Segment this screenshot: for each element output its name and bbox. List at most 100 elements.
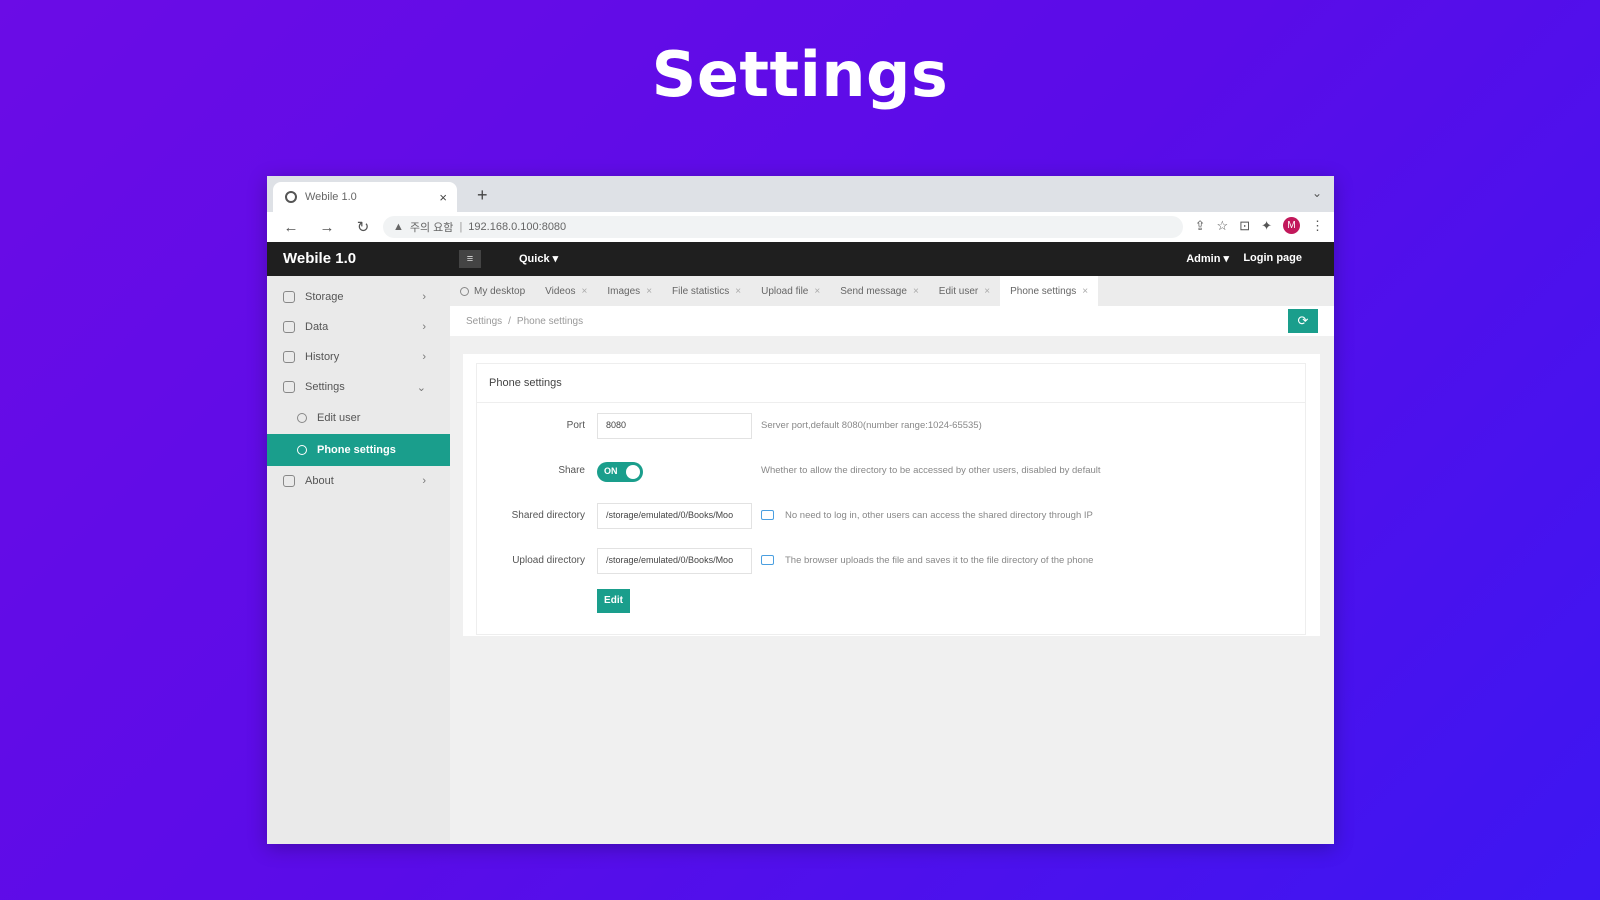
url-text: 192.168.0.100:8080 xyxy=(468,221,567,233)
sidebar-item-label: About xyxy=(305,475,334,487)
info-icon xyxy=(283,475,295,487)
close-icon[interactable]: × xyxy=(984,286,990,297)
share-icon[interactable]: ⇪ xyxy=(1195,218,1206,234)
port-input[interactable]: 8080 xyxy=(597,413,752,439)
profile-avatar[interactable]: M xyxy=(1283,217,1300,234)
sidebar-item-phone-settings[interactable]: Phone settings xyxy=(267,434,450,466)
breadcrumb-parent[interactable]: Settings xyxy=(466,316,502,327)
tab-edit-user[interactable]: Edit user × xyxy=(929,276,1000,306)
reload-icon[interactable]: ↻ xyxy=(351,218,375,236)
sidebar-item-label: Settings xyxy=(305,381,345,393)
tab-send-message[interactable]: Send message × xyxy=(830,276,929,306)
folder-icon[interactable] xyxy=(761,555,774,565)
sidebar-item-label: Phone settings xyxy=(317,444,396,456)
port-hint: Server port,default 8080(number range:10… xyxy=(761,420,982,431)
share-label: Share xyxy=(558,465,585,476)
login-page-link[interactable]: Login page xyxy=(1243,252,1302,264)
more-menu-icon[interactable]: ⋮ xyxy=(1311,218,1324,234)
share-toggle[interactable]: ON xyxy=(597,462,643,482)
data-icon xyxy=(283,321,295,333)
url-field[interactable]: ▲ 주의 요함 | 192.168.0.100:8080 xyxy=(383,216,1183,238)
breadcrumb: Settings / Phone settings ⟳ xyxy=(450,306,1334,336)
shared-directory-row: Shared directory /storage/emulated/0/Boo… xyxy=(477,501,1305,531)
new-tab-button[interactable]: + xyxy=(477,185,488,206)
tab-images[interactable]: Images × xyxy=(597,276,662,306)
sidebar-item-about[interactable]: About › xyxy=(267,466,450,496)
toggle-knob xyxy=(626,465,640,479)
sidebar-item-settings[interactable]: Settings ⌄ xyxy=(267,372,450,402)
sidebar-item-data[interactable]: Data › xyxy=(267,312,450,342)
tab-label: Send message xyxy=(840,285,907,297)
browser-tabstrip: Webile 1.0 × + ⌄ xyxy=(267,176,1334,212)
chevron-right-icon: › xyxy=(422,475,426,487)
url-separator: | xyxy=(459,221,463,233)
star-icon[interactable]: ☆ xyxy=(1217,218,1229,234)
cast-icon[interactable]: ⊡ xyxy=(1239,218,1250,234)
upload-directory-row: Upload directory /storage/emulated/0/Boo… xyxy=(477,546,1305,576)
back-icon[interactable]: ← xyxy=(279,219,303,236)
tab-label: File statistics xyxy=(672,285,730,297)
settings-icon xyxy=(283,381,295,393)
chevron-right-icon: › xyxy=(422,321,426,333)
sidebar-item-label: Storage xyxy=(305,291,344,303)
tab-label: Edit user xyxy=(938,285,979,297)
tab-upload-file[interactable]: Upload file × xyxy=(751,276,830,306)
forward-icon[interactable]: → xyxy=(315,219,339,236)
shared-directory-input[interactable]: /storage/emulated/0/Books/Moo xyxy=(597,503,752,529)
menu-icon[interactable]: ≡ xyxy=(459,250,481,268)
sidebar: Storage › Data › History › Settings ⌄ Ed… xyxy=(267,276,450,844)
sidebar-item-label: Data xyxy=(305,321,329,333)
share-row: Share ON Whether to allow the directory … xyxy=(477,456,1305,486)
close-icon[interactable]: × xyxy=(814,286,820,297)
card-title: Phone settings xyxy=(477,364,1305,403)
chevron-right-icon: › xyxy=(422,291,426,303)
tab-label: Upload file xyxy=(761,285,809,297)
upload-directory-hint: The browser uploads the file and saves i… xyxy=(785,555,1094,566)
chevron-down-icon: ⌄ xyxy=(416,381,426,394)
edit-button[interactable]: Edit xyxy=(597,589,630,613)
upload-directory-input[interactable]: /storage/emulated/0/Books/Moo xyxy=(597,548,752,574)
extensions-icon[interactable]: ✦ xyxy=(1261,218,1272,234)
warning-icon: ▲ xyxy=(393,221,404,233)
close-icon[interactable]: × xyxy=(439,190,447,205)
sidebar-item-storage[interactable]: Storage › xyxy=(267,282,450,312)
phone-icon xyxy=(297,445,307,455)
admin-dropdown[interactable]: Admin ▾ xyxy=(1186,252,1229,265)
page-tabs: My desktop Videos × Images × File statisti… xyxy=(450,276,1334,306)
shared-directory-label: Shared directory xyxy=(511,510,585,521)
close-icon[interactable]: × xyxy=(646,286,652,297)
breadcrumb-separator: / xyxy=(508,315,511,327)
sidebar-item-history[interactable]: History › xyxy=(267,342,450,372)
address-bar: ← → ↻ ▲ 주의 요함 | 192.168.0.100:8080 ⇪ ☆ ⊡… xyxy=(267,212,1334,242)
shared-directory-hint: No need to log in, other users can acces… xyxy=(785,510,1093,521)
sidebar-item-label: History xyxy=(305,351,340,363)
home-icon xyxy=(460,286,469,296)
close-icon[interactable]: × xyxy=(582,286,588,297)
user-icon xyxy=(297,413,307,423)
tab-label: Videos xyxy=(545,285,576,297)
browser-tab-title: Webile 1.0 xyxy=(305,191,357,203)
app-header: Webile 1.0 ≡ Quick ▾ Admin ▾ Login page xyxy=(267,242,1334,276)
upload-directory-label: Upload directory xyxy=(512,555,585,566)
breadcrumb-current: Phone settings xyxy=(516,315,584,327)
globe-icon xyxy=(285,191,297,203)
close-icon[interactable]: × xyxy=(735,286,741,297)
close-icon[interactable]: × xyxy=(1082,286,1088,297)
history-icon xyxy=(283,351,295,363)
chevron-down-icon[interactable]: ⌄ xyxy=(1312,186,1322,200)
tab-label: My desktop xyxy=(474,285,526,297)
quick-dropdown[interactable]: Quick ▾ xyxy=(519,252,558,265)
port-label: Port xyxy=(566,420,585,431)
tab-phone-settings[interactable]: Phone settings × xyxy=(1000,276,1099,306)
share-hint: Whether to allow the directory to be acc… xyxy=(761,465,1101,476)
close-icon[interactable]: × xyxy=(913,286,919,297)
tab-videos[interactable]: Videos × xyxy=(535,276,597,306)
tab-label: Images xyxy=(607,285,641,297)
tab-file-statistics[interactable]: File statistics × xyxy=(662,276,751,306)
folder-icon[interactable] xyxy=(761,510,774,520)
sidebar-item-edit-user[interactable]: Edit user xyxy=(267,402,450,434)
port-row: Port 8080 Server port,default 8080(numbe… xyxy=(477,411,1305,441)
refresh-button[interactable]: ⟳ xyxy=(1288,309,1318,333)
browser-tab[interactable]: Webile 1.0 × xyxy=(273,182,457,212)
tab-my-desktop[interactable]: My desktop xyxy=(450,276,535,306)
